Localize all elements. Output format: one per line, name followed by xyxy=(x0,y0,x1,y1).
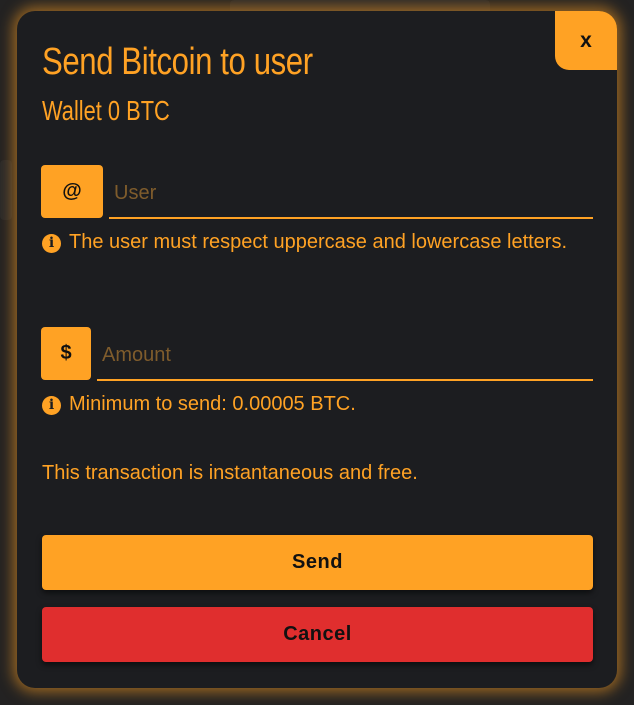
background-panel xyxy=(0,160,12,220)
user-hint: i The user must respect uppercase and low… xyxy=(42,224,582,260)
wallet-balance: Wallet 0 BTC xyxy=(42,95,170,126)
cancel-button[interactable]: Cancel xyxy=(42,607,593,662)
modal-title: Send Bitcoin to user xyxy=(42,41,313,83)
dollar-sign-icon: $ xyxy=(41,327,91,380)
info-circle-icon: i xyxy=(42,395,61,415)
send-button[interactable]: Send xyxy=(42,535,593,590)
at-sign-icon: @ xyxy=(41,165,103,218)
info-circle-icon: i xyxy=(42,233,61,253)
amount-hint: i Minimum to send: 0.00005 BTC. xyxy=(42,386,582,422)
send-bitcoin-modal: x Send Bitcoin to user Wallet 0 BTC @ iT… xyxy=(17,11,617,688)
user-hint-text: The user must respect uppercase and lowe… xyxy=(69,231,568,253)
amount-hint-text: Minimum to send: 0.00005 BTC. xyxy=(69,393,356,415)
user-input[interactable] xyxy=(109,169,593,219)
transaction-note: This transaction is instantaneous and fr… xyxy=(42,462,418,484)
close-icon: x xyxy=(580,28,592,52)
amount-input[interactable] xyxy=(97,331,593,381)
close-button[interactable]: x xyxy=(555,11,617,70)
